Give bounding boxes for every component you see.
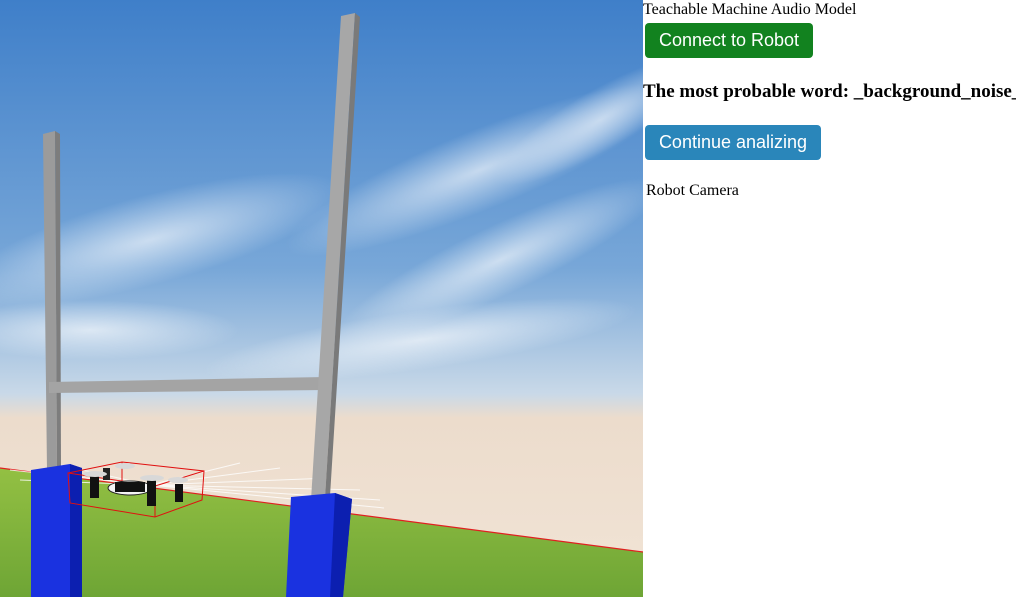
continue-analyzing-button[interactable]: Continue analizing bbox=[645, 125, 821, 160]
robot-camera-label: Robot Camera bbox=[646, 182, 739, 199]
connect-to-robot-button[interactable]: Connect to Robot bbox=[645, 23, 813, 58]
prediction-text: The most probable word: _background_nois… bbox=[643, 81, 1016, 103]
app-title: Teachable Machine Audio Model bbox=[643, 1, 857, 18]
simulation-viewport[interactable] bbox=[0, 0, 643, 597]
predicted-word: _background_noise_ bbox=[853, 81, 1016, 102]
3d-scene[interactable] bbox=[0, 0, 643, 597]
control-panel: Teachable Machine Audio Model Connect to… bbox=[643, 0, 1016, 597]
prediction-prefix: The most probable word: bbox=[643, 81, 854, 102]
